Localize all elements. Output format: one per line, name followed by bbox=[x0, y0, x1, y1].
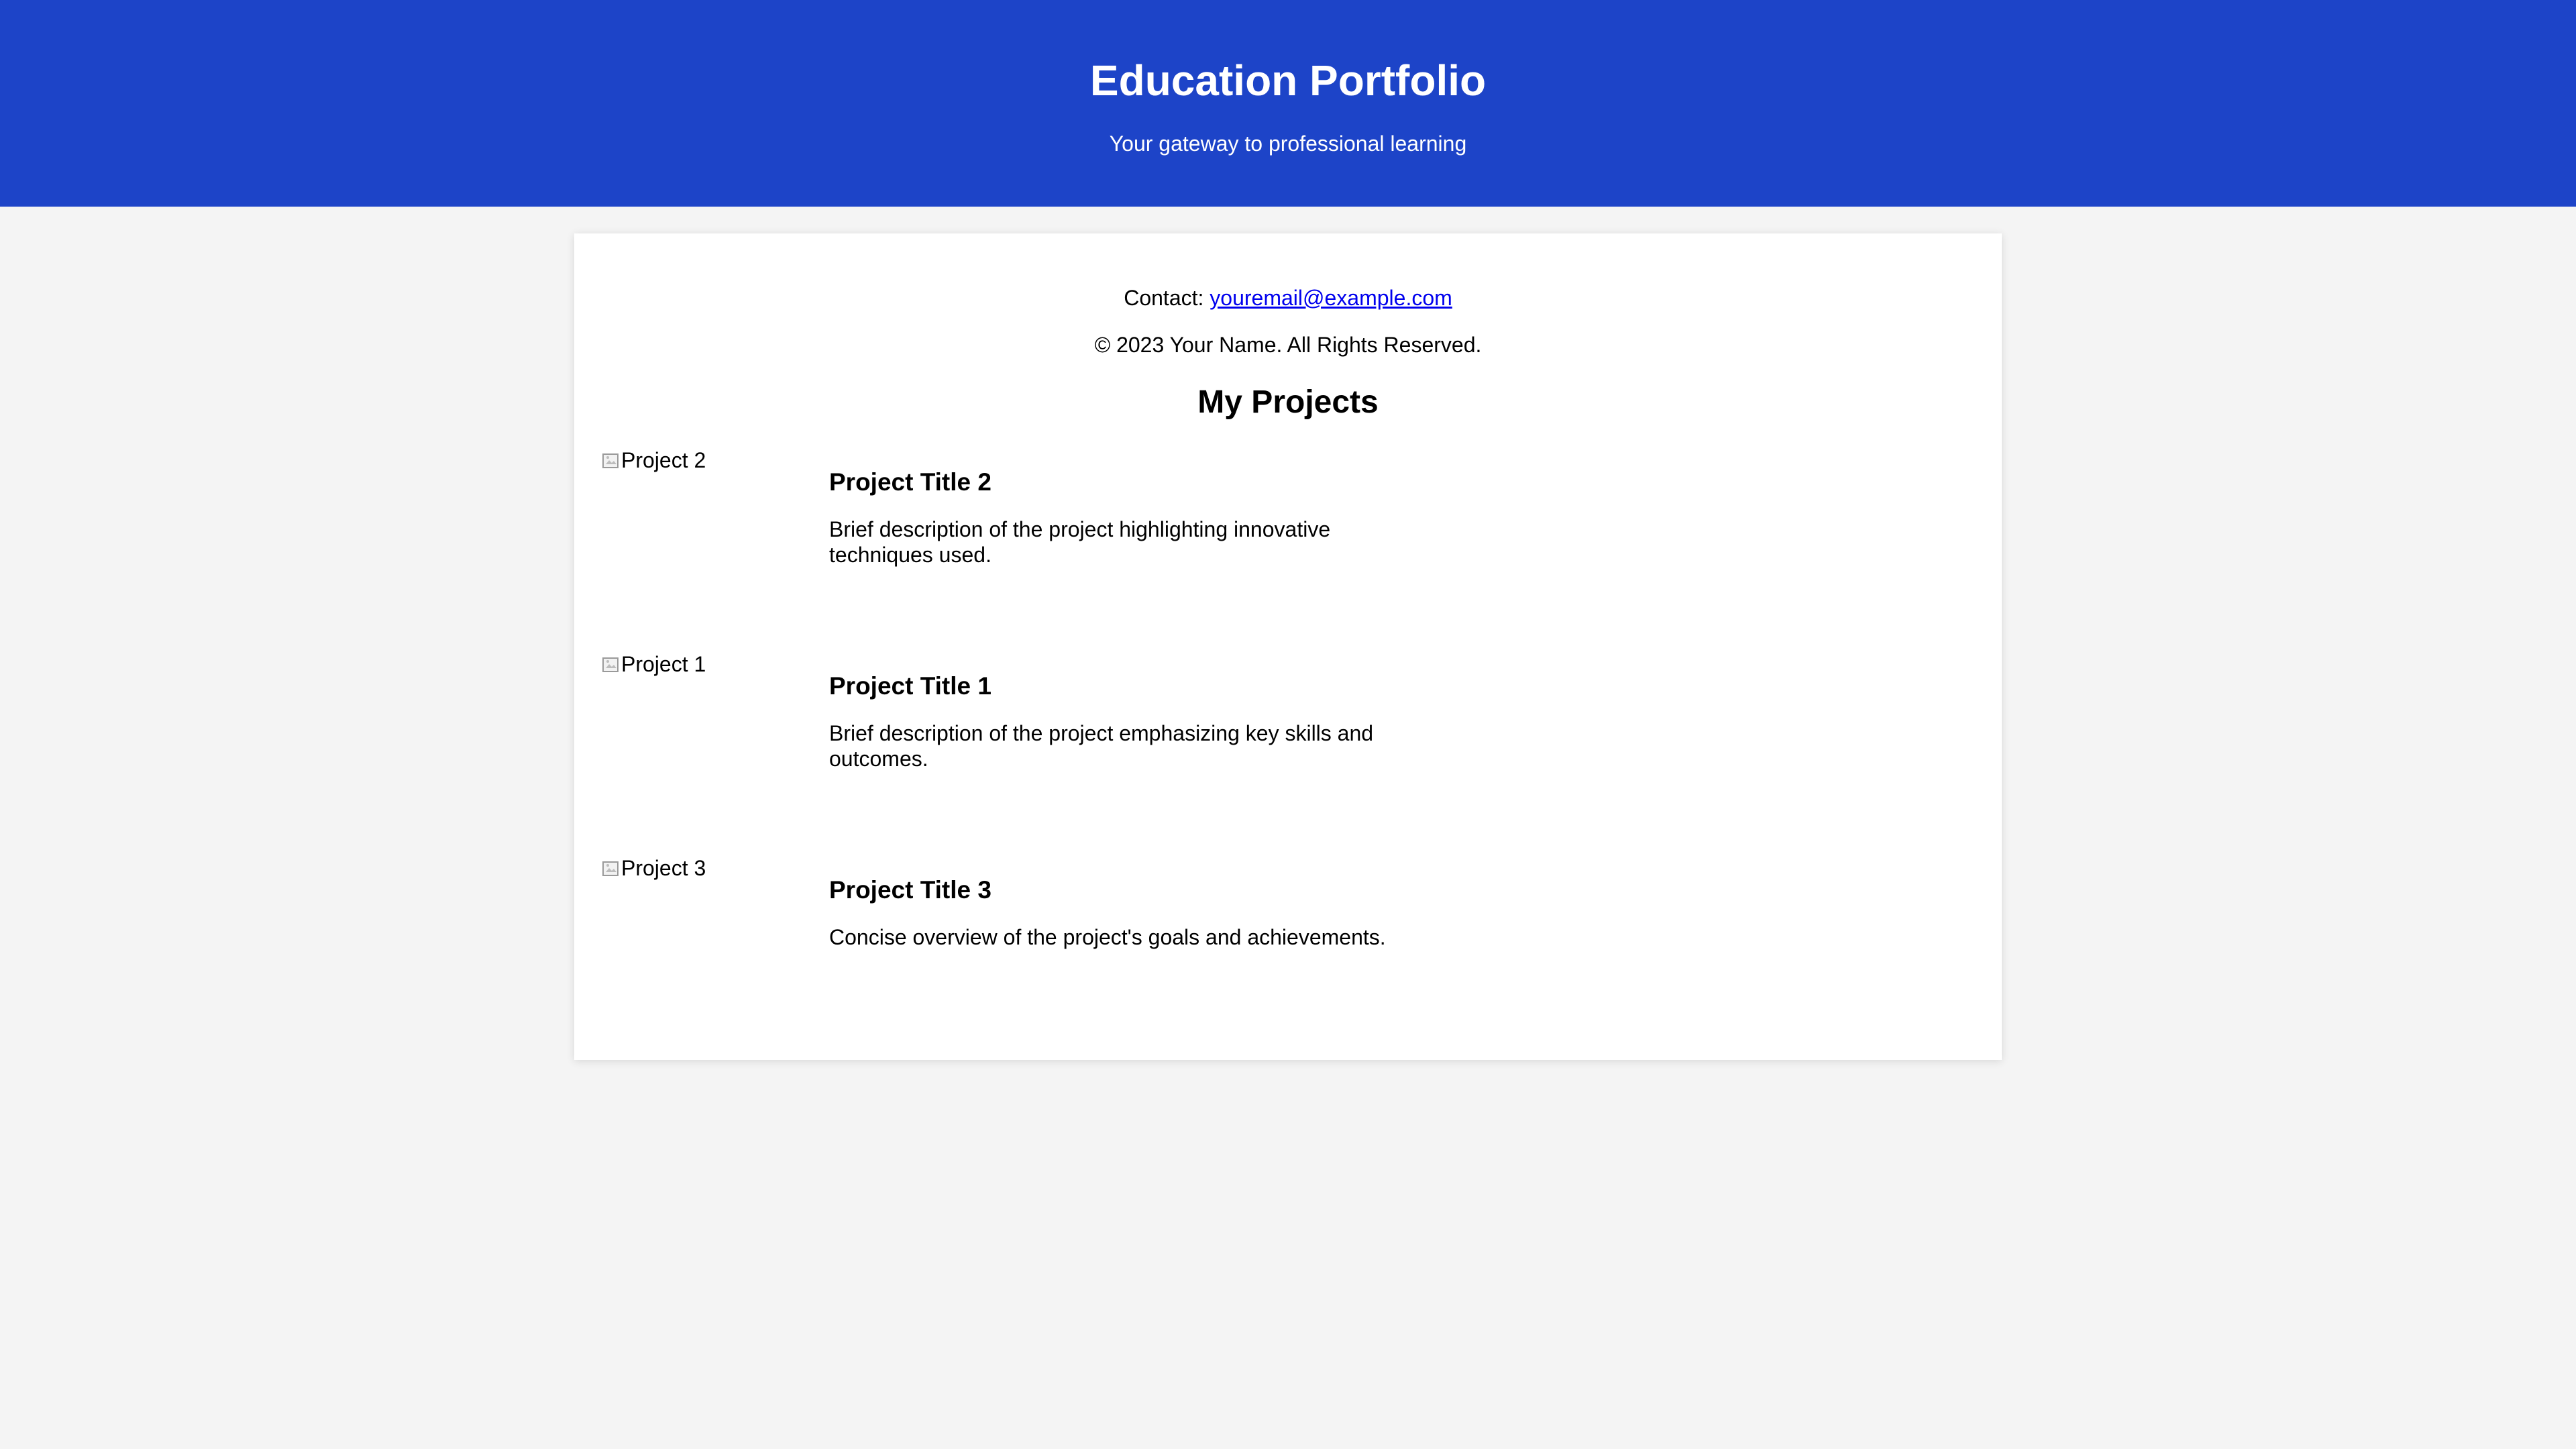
project-description: Concise overview of the project's goals … bbox=[829, 925, 1386, 949]
site-tagline: Your gateway to professional learning bbox=[1109, 131, 1467, 156]
broken-image-icon bbox=[602, 861, 619, 876]
copyright-notice: © 2023 Your Name. All Rights Reserved. bbox=[1094, 333, 1482, 357]
project-card-1: Project 1 Project Title 1 Brief descript… bbox=[601, 651, 1406, 818]
project-title: Project Title 2 bbox=[829, 468, 991, 496]
project-description: Brief description of the project emphasi… bbox=[829, 721, 1374, 771]
broken-image-icon bbox=[602, 657, 619, 672]
project-details: Project Title 1 Brief description of the… bbox=[829, 671, 1406, 771]
portfolio-card: Contact: youremail@example.com © 2023 Yo… bbox=[574, 233, 2002, 1060]
project-image-alt: Project 3 bbox=[621, 856, 706, 880]
project-description: Brief description of the project highlig… bbox=[829, 517, 1331, 567]
project-card-3: Project 3 Project Title 3 Concise overvi… bbox=[601, 855, 1406, 1022]
project-image-alt: Project 1 bbox=[621, 652, 706, 676]
project-image: Project 3 bbox=[601, 855, 802, 895]
project-image: Project 1 bbox=[601, 651, 802, 691]
project-title: Project Title 1 bbox=[829, 672, 991, 700]
contact-label: Contact: bbox=[1124, 286, 1210, 310]
site-title: Education Portfolio bbox=[1089, 56, 1487, 105]
project-image-alt: Project 2 bbox=[621, 448, 706, 472]
project-card-2: Project 2 Project Title 2 Brief descript… bbox=[601, 447, 1406, 614]
project-image: Project 2 bbox=[601, 447, 802, 487]
project-details: Project Title 2 Brief description of the… bbox=[829, 467, 1406, 568]
contact-email-link[interactable]: youremail@example.com bbox=[1210, 286, 1452, 310]
project-details: Project Title 3 Concise overview of the … bbox=[829, 875, 1406, 950]
projects-section-title: My Projects bbox=[1197, 384, 1379, 420]
site-header: Education Portfolio Your gateway to prof… bbox=[0, 0, 2576, 207]
project-title: Project Title 3 bbox=[829, 876, 991, 904]
contact-line: Contact: youremail@example.com bbox=[574, 284, 2002, 311]
broken-image-icon bbox=[602, 453, 619, 468]
